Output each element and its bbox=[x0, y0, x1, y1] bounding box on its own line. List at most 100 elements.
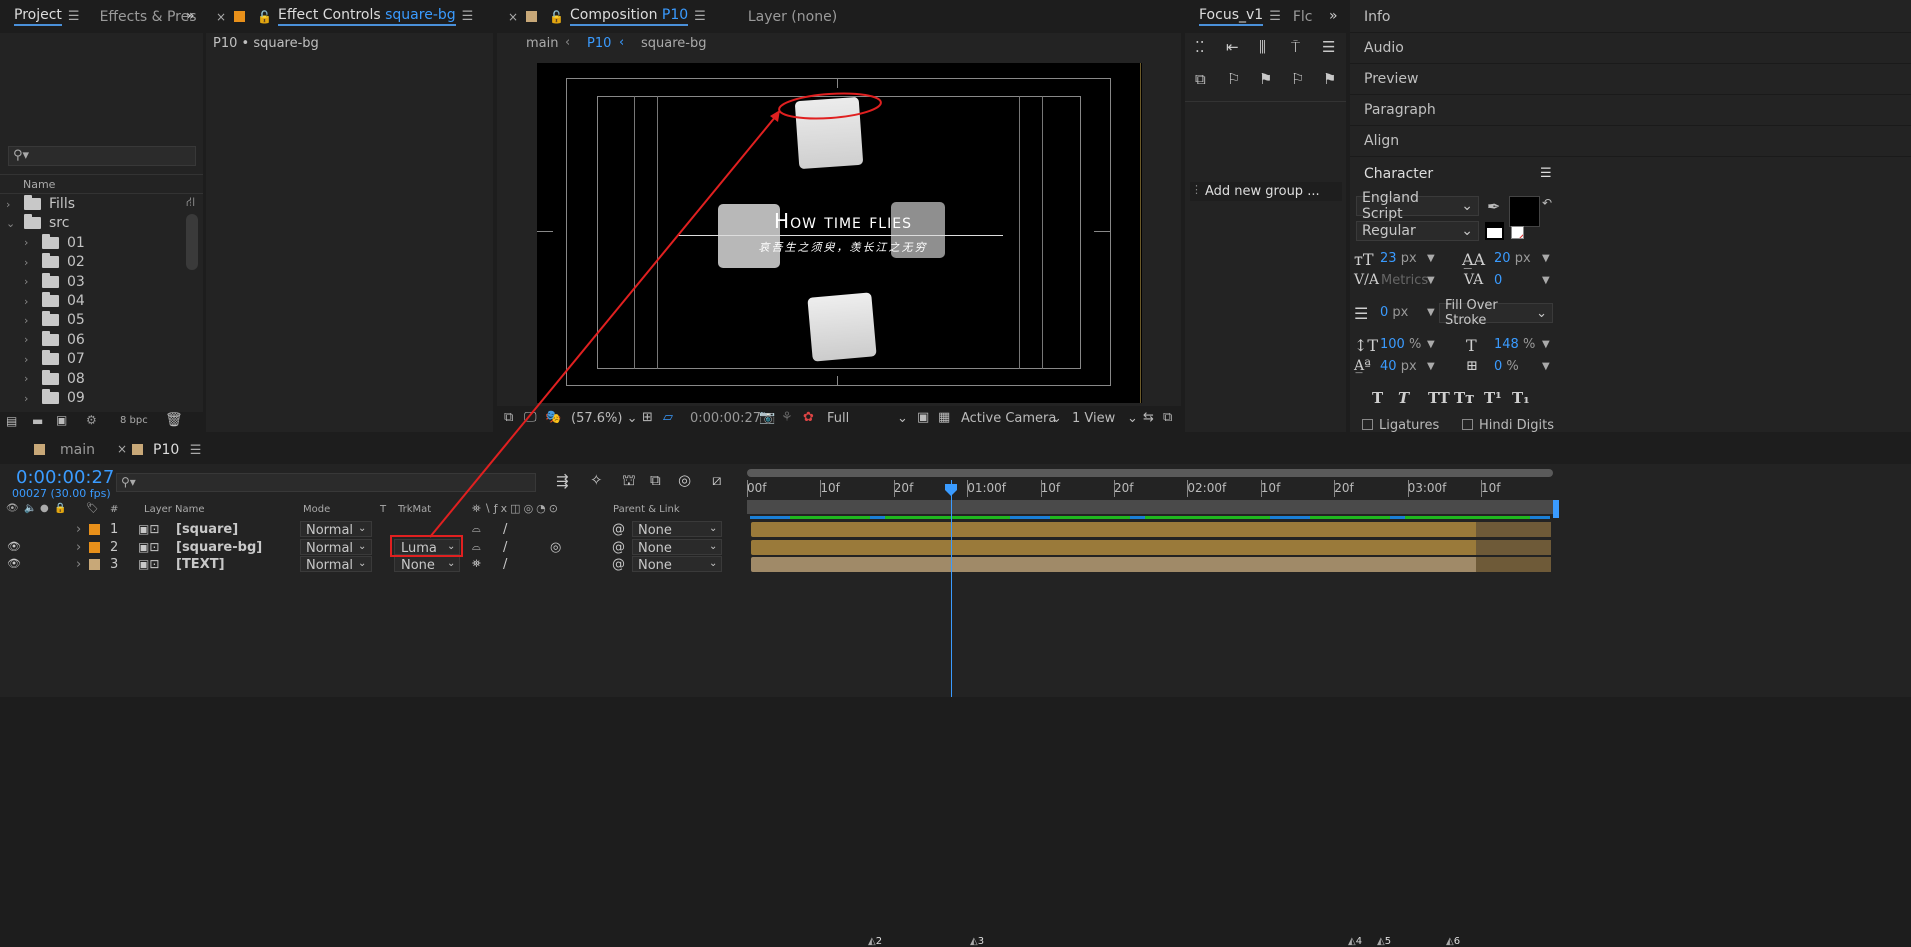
project-search-input[interactable]: ⚲▾ bbox=[8, 146, 196, 166]
pick-whip-icon[interactable]: @ bbox=[612, 557, 625, 572]
mask-icon[interactable]: 🎭 bbox=[545, 410, 561, 425]
flowchart-icon[interactable]: ⛙ bbox=[186, 195, 195, 212]
panel-header-align[interactable]: Align bbox=[1350, 126, 1911, 157]
expand-chevron-icon[interactable]: › bbox=[76, 557, 81, 572]
project-tree-item[interactable]: ⌄ src bbox=[6, 214, 69, 231]
panel-header-audio[interactable]: Audio bbox=[1350, 33, 1911, 64]
project-tree-item[interactable]: › 09 bbox=[24, 389, 85, 406]
breadcrumb-p10[interactable]: P10 bbox=[587, 36, 611, 51]
project-tree-item[interactable]: › 02 bbox=[24, 253, 85, 270]
graph-editor-icon[interactable]: ⧄ bbox=[712, 473, 722, 488]
eyedropper-icon[interactable]: ✒ bbox=[1487, 197, 1500, 216]
project-tree-item[interactable]: › 04 bbox=[24, 292, 85, 309]
always-preview-icon[interactable]: ⧉ bbox=[504, 410, 513, 425]
flowchart-icon[interactable]: ⧉ bbox=[1163, 410, 1172, 425]
solo-icon[interactable]: ● bbox=[40, 503, 49, 514]
character-header[interactable]: Character ☰ bbox=[1350, 158, 1911, 189]
zoom-dropdown[interactable]: (57.6%) ⌄ bbox=[571, 411, 637, 426]
overflow-chevron-icon[interactable]: » bbox=[186, 8, 195, 24]
new-composition-icon[interactable]: ▣ bbox=[56, 413, 67, 427]
panel-menu-icon[interactable]: ☰ bbox=[1540, 166, 1552, 181]
tab-layer[interactable]: Layer (none) bbox=[742, 0, 843, 33]
layer-duration-bar[interactable] bbox=[751, 557, 1551, 572]
chevron-right-icon[interactable]: › bbox=[24, 256, 34, 269]
timeline-search-input[interactable]: ⚲▾ bbox=[116, 473, 536, 492]
panel-menu-icon[interactable]: ☰ bbox=[68, 9, 80, 24]
hindi-digits-checkbox[interactable]: Hindi Digits bbox=[1462, 418, 1554, 433]
tsume-value[interactable]: 0 % bbox=[1494, 359, 1519, 374]
list-icon[interactable]: ☰ bbox=[1322, 40, 1335, 55]
panel-header-paragraph[interactable]: Paragraph bbox=[1350, 95, 1911, 126]
superscript-button[interactable]: T¹ bbox=[1484, 389, 1502, 407]
name-column-header[interactable]: Name bbox=[0, 174, 203, 194]
pick-whip-icon[interactable]: @ bbox=[612, 540, 625, 555]
lock-icon[interactable]: 🔒 bbox=[54, 503, 66, 514]
adjustment-switch-icon[interactable]: ◎ bbox=[550, 540, 561, 555]
tab-focus[interactable]: Focus_v1 ☰ bbox=[1185, 0, 1287, 33]
expand-chevron-icon[interactable]: › bbox=[76, 540, 81, 555]
chevron-right-icon[interactable]: › bbox=[24, 353, 34, 366]
layer-label-color[interactable] bbox=[89, 524, 100, 535]
tab-effects-presets[interactable]: Effects & Pres bbox=[86, 0, 203, 33]
stroke-mode-dropdown[interactable]: Fill Over Stroke ⌄ bbox=[1439, 298, 1553, 328]
panel-menu-icon[interactable]: ☰ bbox=[1269, 9, 1281, 24]
panel-menu-icon[interactable]: ☰ bbox=[190, 443, 202, 458]
shy-switch-icon[interactable]: ⌓ bbox=[472, 522, 481, 536]
chevron-down-icon[interactable]: ▼ bbox=[1427, 253, 1435, 264]
pin-icon[interactable]: ⍑ bbox=[1291, 40, 1300, 55]
stroke-color-swatch[interactable] bbox=[1509, 196, 1540, 227]
quality-switch-icon[interactable]: / bbox=[503, 540, 507, 555]
shy-layers-icon[interactable]: ⛫ bbox=[622, 473, 636, 488]
draft-3d-icon[interactable]: ✧ bbox=[590, 473, 603, 488]
lock-icon[interactable]: 🔓 bbox=[549, 10, 564, 24]
blend-mode-dropdown[interactable]: Normal ⌄ bbox=[300, 521, 372, 538]
grid-icon[interactable]: ⊞ bbox=[642, 410, 653, 425]
timeline-right-handle[interactable] bbox=[1553, 500, 1559, 518]
comp-marker[interactable]: ◭2 bbox=[868, 936, 882, 947]
frame-blending-icon[interactable]: ⧉ bbox=[650, 473, 661, 488]
eye-icon[interactable]: 👁 bbox=[7, 557, 21, 570]
project-tree-item[interactable]: › 05 bbox=[24, 311, 85, 328]
ligatures-checkbox[interactable]: Ligatures bbox=[1362, 418, 1439, 433]
transparency-grid-icon[interactable]: ▦ bbox=[938, 410, 950, 425]
all-caps-button[interactable]: TT bbox=[1428, 389, 1450, 407]
project-scrollbar[interactable] bbox=[186, 214, 198, 270]
comp-marker[interactable]: ◭6 bbox=[1446, 936, 1460, 947]
chevron-down-icon[interactable]: ▼ bbox=[1542, 361, 1550, 372]
leading-value[interactable]: 20 px bbox=[1494, 251, 1531, 266]
faux-bold-button[interactable]: T bbox=[1372, 389, 1383, 407]
layer-duration-bar[interactable] bbox=[751, 522, 1551, 537]
parent-dropdown[interactable]: None ⌄ bbox=[632, 556, 722, 573]
eye-icon[interactable]: 👁 bbox=[7, 540, 21, 553]
roi-icon[interactable]: ▱ bbox=[663, 410, 673, 425]
align-tool-icon[interactable]: ⁚⁚ bbox=[1195, 40, 1205, 55]
work-area-bar[interactable] bbox=[747, 469, 1553, 477]
chevron-right-icon[interactable]: › bbox=[24, 295, 34, 308]
kerning-value[interactable]: Metrics bbox=[1381, 273, 1428, 288]
breadcrumb-main[interactable]: main bbox=[526, 36, 558, 51]
quality-switch-icon[interactable]: / bbox=[503, 522, 507, 537]
anchor-center-icon[interactable]: ⚑ bbox=[1323, 72, 1336, 87]
interpret-footage-icon[interactable]: ▤ bbox=[6, 414, 17, 428]
project-tree-item[interactable]: › 08 bbox=[24, 369, 85, 387]
chevron-down-icon[interactable]: ▼ bbox=[1427, 361, 1435, 372]
layer-label-color[interactable] bbox=[89, 559, 100, 570]
chevron-right-icon[interactable]: › bbox=[24, 333, 34, 346]
add-group-button[interactable]: ⋮ Add new group ... bbox=[1190, 182, 1342, 201]
chevron-down-icon[interactable]: ▼ bbox=[1542, 275, 1550, 286]
layer-label-color[interactable] bbox=[89, 541, 100, 553]
font-style-dropdown[interactable]: Regular ⌄ bbox=[1356, 221, 1479, 241]
project-tree-item[interactable]: › Fills bbox=[6, 195, 75, 212]
distribute-icon[interactable]: ⫼ bbox=[1259, 40, 1266, 55]
stroke-width-value[interactable]: 0 px bbox=[1380, 305, 1408, 320]
tab-main[interactable]: main bbox=[60, 442, 95, 458]
panel-menu-icon[interactable]: ☰ bbox=[694, 9, 706, 24]
blend-mode-dropdown[interactable]: Normal ⌄ bbox=[300, 538, 372, 556]
chevron-right-icon[interactable]: › bbox=[24, 392, 34, 405]
track-matte-dropdown[interactable]: Luma ⌄ bbox=[394, 538, 460, 556]
close-icon[interactable]: × bbox=[216, 10, 226, 24]
chevron-down-icon[interactable]: ▼ bbox=[1542, 253, 1550, 264]
panel-menu-icon[interactable]: ☰ bbox=[462, 9, 474, 24]
chevron-down-icon[interactable]: ▼ bbox=[1427, 339, 1435, 350]
marker-track[interactable] bbox=[747, 500, 1553, 514]
